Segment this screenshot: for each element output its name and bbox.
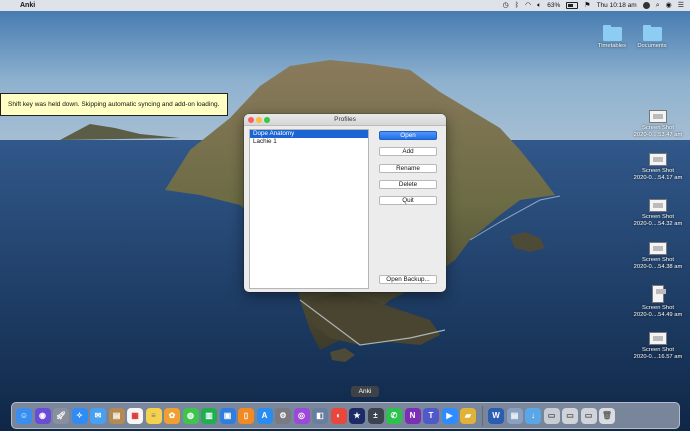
desktop-file-date: 2020-0....16.57 am	[633, 353, 683, 360]
messages-icon[interactable]: ◍	[182, 407, 199, 424]
profiles-list[interactable]: Dope Anatomy Lachie 1	[249, 129, 369, 289]
trash-icon[interactable]: 🗑︎	[599, 407, 615, 424]
delete-button[interactable]: Delete	[379, 180, 437, 189]
folder-icon	[642, 25, 662, 41]
app-store-icon[interactable]: A	[256, 407, 273, 424]
battery-percent[interactable]: 63%	[547, 2, 560, 9]
screenshot-stack-icon[interactable]: ▤	[506, 407, 523, 424]
screenshot-thumbnail-icon	[649, 242, 667, 255]
wifi-icon[interactable]: ◠	[525, 0, 531, 11]
desktop-file-date: 2020-0....54.32 am	[633, 220, 683, 227]
photos-icon[interactable]: ✿	[164, 407, 180, 424]
quit-button[interactable]: Quit	[379, 196, 437, 205]
notes-icon[interactable]: ≡	[145, 407, 162, 424]
profile-list-item[interactable]: Lachie 1	[250, 138, 368, 146]
numbers-icon[interactable]: ▥	[201, 407, 217, 424]
app-menu-anki[interactable]: Anki	[20, 2, 35, 9]
minimize-window-icon[interactable]	[256, 116, 262, 123]
teams-icon[interactable]: T	[423, 407, 439, 424]
system-preferences-icon[interactable]: ⚙	[275, 407, 291, 424]
screenshot-thumbnail-icon	[649, 153, 667, 166]
dock-separator	[481, 405, 483, 426]
window-title: Profiles	[334, 116, 356, 123]
desktop-file[interactable]: Screen Shot 2020-0....54.38 am	[630, 242, 686, 270]
shift-key-tooltip: Shift key was held down. Skipping automa…	[0, 93, 228, 116]
desktop-folder-documents[interactable]: Documents	[624, 25, 680, 50]
document-stack-icon[interactable]: ▭	[562, 407, 578, 424]
document-stack-icon[interactable]: ▭	[580, 407, 597, 424]
desktop-file[interactable]: Screen Shot 2020-0....54.17 am	[630, 153, 686, 181]
keyboard-flag-icon[interactable]: ⚑	[584, 0, 590, 11]
status-menus: ◷ ᛒ ◠ 🔈︎ 63% ⚑ Thu 10:18 am ⌕ ◉ ☰	[503, 0, 684, 11]
safari-icon[interactable]: ✧	[71, 407, 88, 424]
desktop-item-label: Timetables	[597, 43, 627, 49]
zoom-icon[interactable]: ▶	[441, 407, 458, 424]
desktop-file[interactable]: Screen Shot 2020-0....16.57 am	[630, 332, 686, 360]
books-icon[interactable]: ▯	[238, 407, 254, 424]
time-machine-icon[interactable]: ◷	[503, 0, 509, 11]
stickies-icon[interactable]: ▰	[460, 407, 476, 424]
close-window-icon[interactable]	[248, 116, 254, 123]
menubar-clock[interactable]: Thu 10:18 am	[597, 2, 637, 9]
downloads-stack-icon[interactable]: ↓	[525, 407, 541, 424]
preview-icon[interactable]: ◧	[312, 407, 328, 424]
window-titlebar[interactable]: Profiles	[244, 114, 446, 126]
zoom-window-icon[interactable]	[264, 116, 270, 123]
mail-icon[interactable]: ✉	[90, 407, 106, 424]
screenshot-thumbnail-icon	[649, 199, 667, 212]
chrome-icon[interactable]: ◐	[330, 407, 347, 424]
open-button[interactable]: Open	[379, 131, 437, 140]
finder-icon[interactable]: ☺	[16, 407, 32, 424]
desktop-file[interactable]: Screen Shot 2020-0....53.47 am	[630, 110, 686, 138]
calendar-icon[interactable]: ▦	[127, 407, 143, 424]
siri-icon[interactable]: ◉	[34, 407, 51, 424]
launchpad-icon[interactable]: 🚀︎	[53, 407, 69, 424]
dock: ☺ ◉ 🚀︎ ✧ ✉ ▤ ▦ ≡ ✿ ◍ ▥ ▣ ▯ A ⚙ ◎ ◧ ◐ ★ ±…	[11, 402, 680, 429]
desktop-file[interactable]: Screen Shot 2020-0....54.49 am	[630, 285, 686, 318]
rename-button[interactable]: Rename	[379, 164, 437, 173]
screenshot-thumbnail-icon	[649, 110, 667, 123]
word-icon[interactable]: W	[488, 407, 504, 424]
siri-menu-icon[interactable]: ◉	[666, 0, 672, 11]
volume-icon[interactable]: 🔈︎	[537, 0, 541, 11]
profile-list-item[interactable]: Dope Anatomy	[250, 130, 368, 138]
desktop-file-date: 2020-0....54.38 am	[633, 263, 683, 270]
dock-hover-label: Anki	[351, 386, 379, 397]
profiles-window: Profiles Dope Anatomy Lachie 1 Open Add …	[244, 114, 446, 292]
desktop-file-date: 2020-0....54.17 am	[633, 174, 683, 181]
podcasts-icon[interactable]: ◎	[293, 407, 310, 424]
desktop-file[interactable]: Screen Shot 2020-0....54.32 am	[630, 199, 686, 227]
desktop-file-date: 2020-0....53.47 am	[633, 131, 683, 138]
keynote-icon[interactable]: ▣	[219, 407, 236, 424]
add-button[interactable]: Add	[379, 147, 437, 156]
document-stack-icon[interactable]: ▭	[543, 407, 560, 424]
menu-bar: Anki ◷ ᛒ ◠ 🔈︎ 63% ⚑ Thu 10:18 am ⌕ ◉ ☰	[0, 0, 690, 11]
battery-icon[interactable]	[566, 2, 579, 9]
desktop-item-label: Documents	[637, 43, 667, 49]
open-backup-button[interactable]: Open Backup...	[379, 275, 437, 284]
folder-icon	[602, 25, 622, 41]
onenote-icon[interactable]: N	[404, 407, 421, 424]
desktop-file-date: 2020-0....54.49 am	[633, 311, 683, 318]
screenshot-thumbnail-icon	[649, 332, 667, 345]
anki-icon[interactable]: ★	[349, 407, 365, 424]
spotlight-search-icon[interactable]: ⌕	[656, 0, 660, 11]
calculator-icon[interactable]: ±	[367, 407, 384, 424]
document-thumbnail-icon	[652, 285, 666, 303]
bluetooth-icon[interactable]: ᛒ	[515, 0, 519, 11]
notes-folder-icon[interactable]: ▤	[108, 407, 125, 424]
whatsapp-icon[interactable]: ✆	[386, 407, 402, 424]
tooltip-text: Shift key was held down. Skipping automa…	[8, 101, 220, 108]
user-avatar-icon[interactable]	[642, 2, 650, 9]
notification-center-icon[interactable]: ☰	[678, 0, 684, 11]
